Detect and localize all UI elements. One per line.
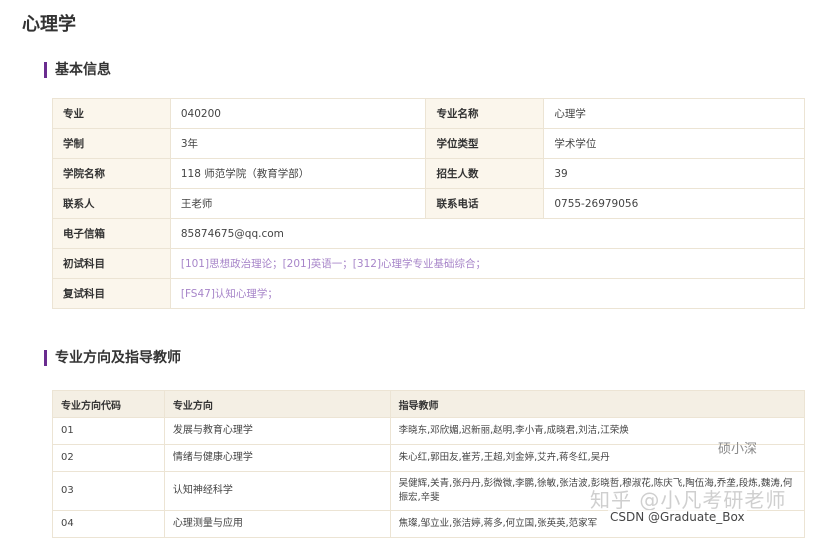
zhihu-watermark: 知乎 @小凡考研老师 bbox=[590, 488, 787, 512]
direction-code: 02 bbox=[52, 444, 165, 472]
major-code-label: 专业 bbox=[52, 98, 171, 129]
table-row: 专业 040200 专业名称 心理学 bbox=[52, 98, 805, 129]
watermark-text: 硕小深 bbox=[718, 442, 758, 457]
contact-value: 王老师 bbox=[169, 188, 427, 219]
header-code: 专业方向代码 bbox=[52, 390, 165, 418]
direction-heading: 专业方向及指导教师 bbox=[44, 350, 181, 366]
email-label: 电子信箱 bbox=[52, 218, 171, 249]
direction-name: 心理测量与应用 bbox=[163, 510, 391, 538]
phone-value: 0755-26979056 bbox=[543, 188, 805, 219]
table-row: 初试科目 [101]思想政治理论；[201]英语一；[312]心理学专业基础综合… bbox=[52, 248, 806, 279]
degree-type-value: 学术学位 bbox=[543, 128, 805, 159]
college-label: 学院名称 bbox=[52, 158, 171, 189]
duration-value: 3年 bbox=[169, 128, 427, 159]
phone-label: 联系电话 bbox=[425, 188, 545, 219]
table-row: 学制 3年 学位类型 学术学位 bbox=[52, 128, 805, 159]
email-value: 85874675@qq.com bbox=[169, 218, 806, 249]
header-teachers: 指导教师 bbox=[389, 390, 806, 418]
enrollment-label: 招生人数 bbox=[425, 158, 545, 189]
duration-label: 学制 bbox=[52, 128, 171, 159]
initial-exam-link[interactable]: [101]思想政治理论；[201]英语一；[312]心理学专业基础综合； bbox=[169, 248, 806, 279]
csdn-watermark: CSDN @Graduate_Box bbox=[608, 510, 747, 524]
retest-label: 复试科目 bbox=[52, 278, 171, 309]
table-header-row: 专业方向代码 专业方向 指导教师 bbox=[52, 390, 806, 418]
basic-info-heading: 基本信息 bbox=[44, 62, 111, 78]
contact-label: 联系人 bbox=[52, 188, 171, 219]
direction-name: 情绪与健康心理学 bbox=[163, 444, 391, 472]
enrollment-value: 39 bbox=[543, 158, 805, 189]
table-row: 联系人 王老师 联系电话 0755-26979056 bbox=[52, 188, 805, 219]
college-value: 118 师范学院（教育学部） bbox=[169, 158, 427, 189]
basic-info-table: 专业 040200 专业名称 心理学 学制 3年 学位类型 学术学位 学院名称 … bbox=[52, 98, 806, 309]
direction-name: 发展与教育心理学 bbox=[163, 417, 391, 445]
table-row: 02 情绪与健康心理学 朱心红,郭田友,崔芳,王超,刘金婷,艾卉,蒋冬红,吴丹 bbox=[52, 444, 806, 472]
direction-code: 04 bbox=[52, 510, 165, 538]
retest-link[interactable]: [FS47]认知心理学； bbox=[169, 278, 806, 309]
table-row: 01 发展与教育心理学 李晓东,邓欣媚,迟新丽,赵明,李小青,成晓君,刘洁,江荣… bbox=[52, 417, 806, 445]
major-name-value: 心理学 bbox=[543, 98, 805, 129]
degree-type-label: 学位类型 bbox=[425, 128, 545, 159]
table-row: 学院名称 118 师范学院（教育学部） 招生人数 39 bbox=[52, 158, 805, 189]
direction-code: 01 bbox=[52, 417, 165, 445]
initial-exam-label: 初试科目 bbox=[52, 248, 171, 279]
direction-code: 03 bbox=[52, 471, 165, 511]
direction-name: 认知神经科学 bbox=[163, 471, 391, 511]
major-code-value: 040200 bbox=[169, 98, 427, 129]
major-name-label: 专业名称 bbox=[425, 98, 545, 129]
table-row: 电子信箱 85874675@qq.com bbox=[52, 218, 806, 249]
table-row: 复试科目 [FS47]认知心理学； bbox=[52, 278, 806, 309]
page-title: 心理学 bbox=[22, 14, 76, 35]
header-direction: 专业方向 bbox=[163, 390, 391, 418]
